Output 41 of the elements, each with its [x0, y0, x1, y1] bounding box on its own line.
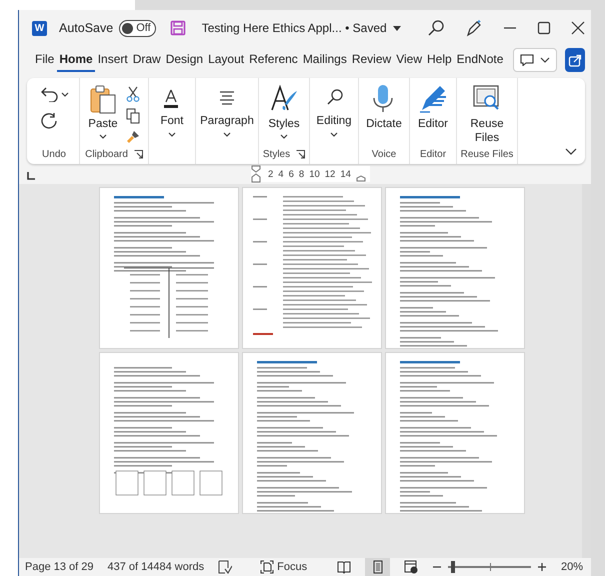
ribbon-tab[interactable]: Design	[164, 48, 206, 72]
font-button[interactable]: Font	[160, 82, 184, 139]
ruler-number: 2	[268, 168, 274, 180]
word-logo-icon[interactable]: W	[32, 20, 47, 36]
ruler-number: 10	[309, 168, 320, 180]
focus-button[interactable]: Focus	[260, 560, 308, 574]
ruler-number: 8	[298, 168, 304, 180]
dictate-button[interactable]: Dictate	[366, 82, 402, 133]
ribbon-tab[interactable]: File	[33, 48, 56, 72]
ruler-number: 12	[324, 168, 336, 180]
ribbon-tab[interactable]: Home	[57, 48, 95, 72]
ribbon-tab[interactable]: Referenc	[247, 48, 300, 72]
paragraph-button[interactable]: Paragraph	[200, 82, 254, 139]
ruler-number: 4	[278, 168, 284, 180]
group-label: Reuse Files	[460, 148, 514, 160]
group-label: Styles	[262, 148, 290, 160]
autosave-label: AutoSave	[59, 21, 114, 35]
group-label: Clipboard	[85, 148, 128, 160]
editing-button[interactable]: Editing	[316, 82, 352, 139]
ribbon-tab[interactable]: Mailings	[300, 48, 349, 72]
page-count[interactable]: Page 13 of 29	[25, 561, 94, 573]
styles-button[interactable]: Styles	[268, 82, 300, 141]
group-label: Voice	[372, 148, 396, 160]
autosave-toggle[interactable]: Off	[119, 20, 156, 36]
ribbon-tab[interactable]: Insert	[96, 48, 130, 72]
paste-button[interactable]: Paste	[88, 82, 118, 141]
ribbon-tab[interactable]: View	[394, 48, 424, 72]
ribbon-tab[interactable]: Layout	[206, 48, 246, 72]
ribbon-tab[interactable]: Review	[350, 48, 394, 72]
editor-button[interactable]: Editor	[418, 82, 448, 133]
document-title[interactable]: Testing Here Ethics Appl... • Saved	[202, 21, 387, 35]
group-label: Editor	[420, 148, 446, 160]
ribbon-tab[interactable]: Help	[424, 48, 454, 72]
ruler-number: 6	[288, 168, 294, 180]
ribbon-tab[interactable]: Draw	[130, 48, 163, 72]
zoom-level[interactable]: 20%	[560, 561, 583, 573]
ruler-number: 14	[340, 168, 351, 180]
reuse-files-button[interactable]: Reuse Files	[470, 82, 504, 147]
group-label: Undo	[42, 148, 66, 160]
ribbon-tab[interactable]: EndNote	[454, 48, 506, 72]
word-count[interactable]: 437 of 14484 words	[108, 561, 204, 573]
